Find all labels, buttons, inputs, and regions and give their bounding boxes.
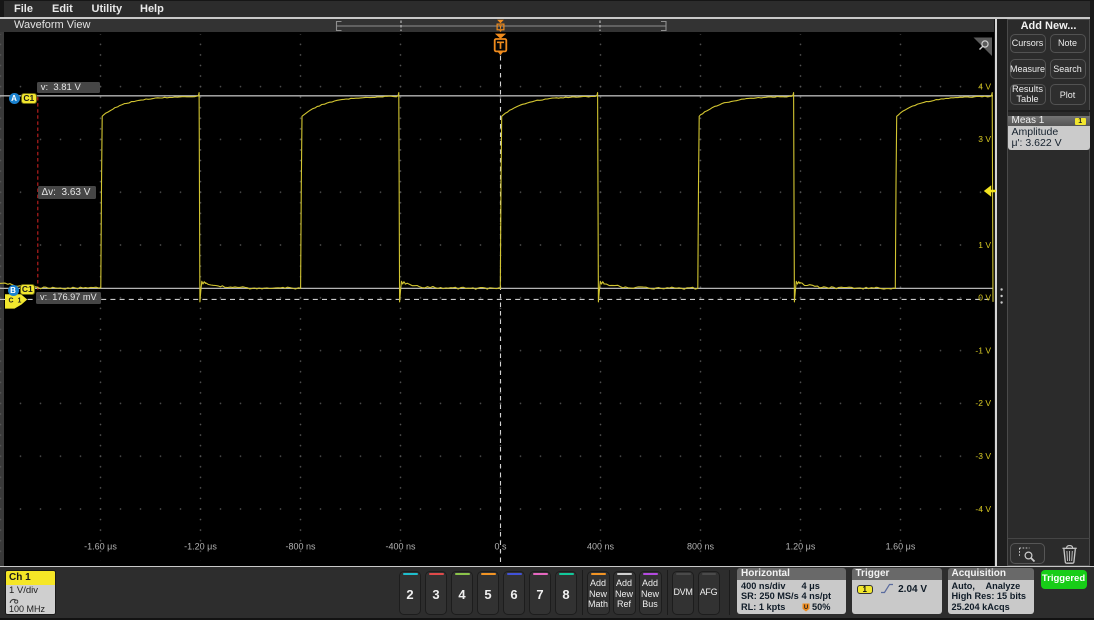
svg-text:U: U <box>803 605 807 611</box>
